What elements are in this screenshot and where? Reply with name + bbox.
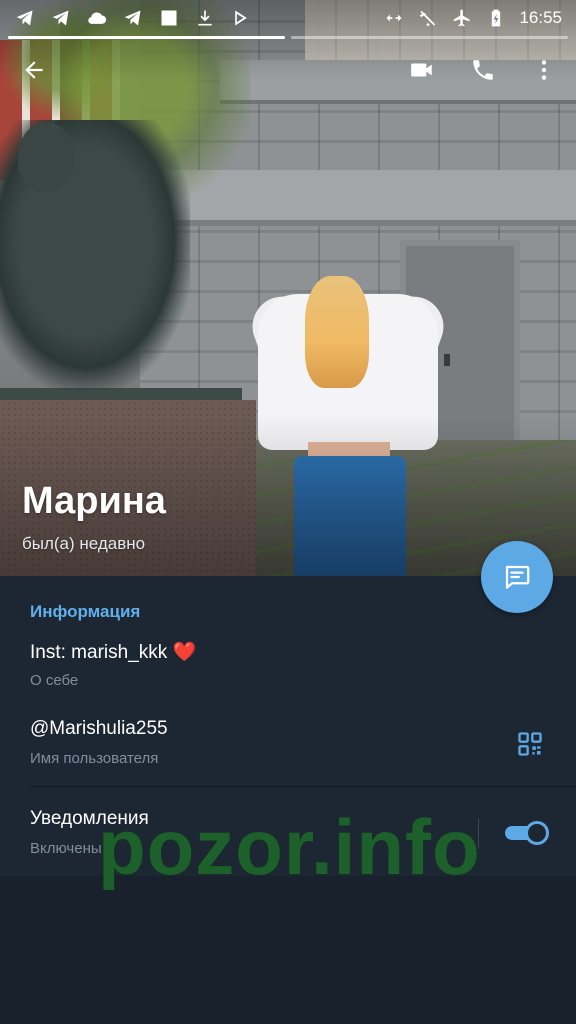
image-icon [158,8,180,28]
more-vertical-icon [541,60,547,80]
status-time: 16:55 [519,8,562,27]
info-section-title: Информация [30,602,141,621]
telegram-icon [14,8,36,28]
telegram-icon [50,8,72,28]
wifi-off-icon [417,8,439,28]
message-icon [505,565,530,589]
phone-icon [473,60,493,80]
video-call-icon [411,63,432,77]
photo-progress-segment-active [8,36,285,39]
profile-toolbar [0,44,576,92]
heart-emoji-icon: ❤️ [172,642,197,663]
battery-charging-icon [485,8,507,28]
call-button[interactable] [463,50,503,90]
status-system-icons: 16:55 [383,8,562,28]
play-store-icon [230,8,252,28]
video-call-button[interactable] [402,50,442,90]
toggle-knob [525,821,549,845]
username-value[interactable]: @Marishulia255 [30,718,168,740]
more-options-button[interactable] [524,50,564,90]
status-notification-icons [14,8,252,28]
bio-label: О себе [30,672,79,689]
watermark-text: pozor.info [98,803,481,891]
data-saver-icon [383,8,405,28]
message-fab-button[interactable] [481,541,553,613]
status-bar: 16:55 [0,0,576,36]
bio-text: Inst: marish_kkk [30,642,168,663]
last-seen-status: был(а) недавно [22,534,146,553]
empty-lower-area [0,876,576,1024]
cloud-icon [86,8,108,28]
download-icon [194,8,216,28]
airplane-icon [451,8,473,28]
qr-code-icon[interactable] [516,730,544,758]
info-divider [30,786,576,787]
photo-progress-bar [8,36,568,39]
profile-name: Марина [22,480,166,522]
photo-progress-segment [291,36,568,39]
bio-value[interactable]: Inst: marish_kkk ❤️ [30,640,196,664]
notifications-status: Включены [30,840,102,857]
telegram-icon [122,8,144,28]
username-label: Имя пользователя [30,750,159,767]
arrow-left-icon [25,61,43,79]
back-button[interactable] [14,50,54,90]
notifications-toggle[interactable] [505,820,549,846]
